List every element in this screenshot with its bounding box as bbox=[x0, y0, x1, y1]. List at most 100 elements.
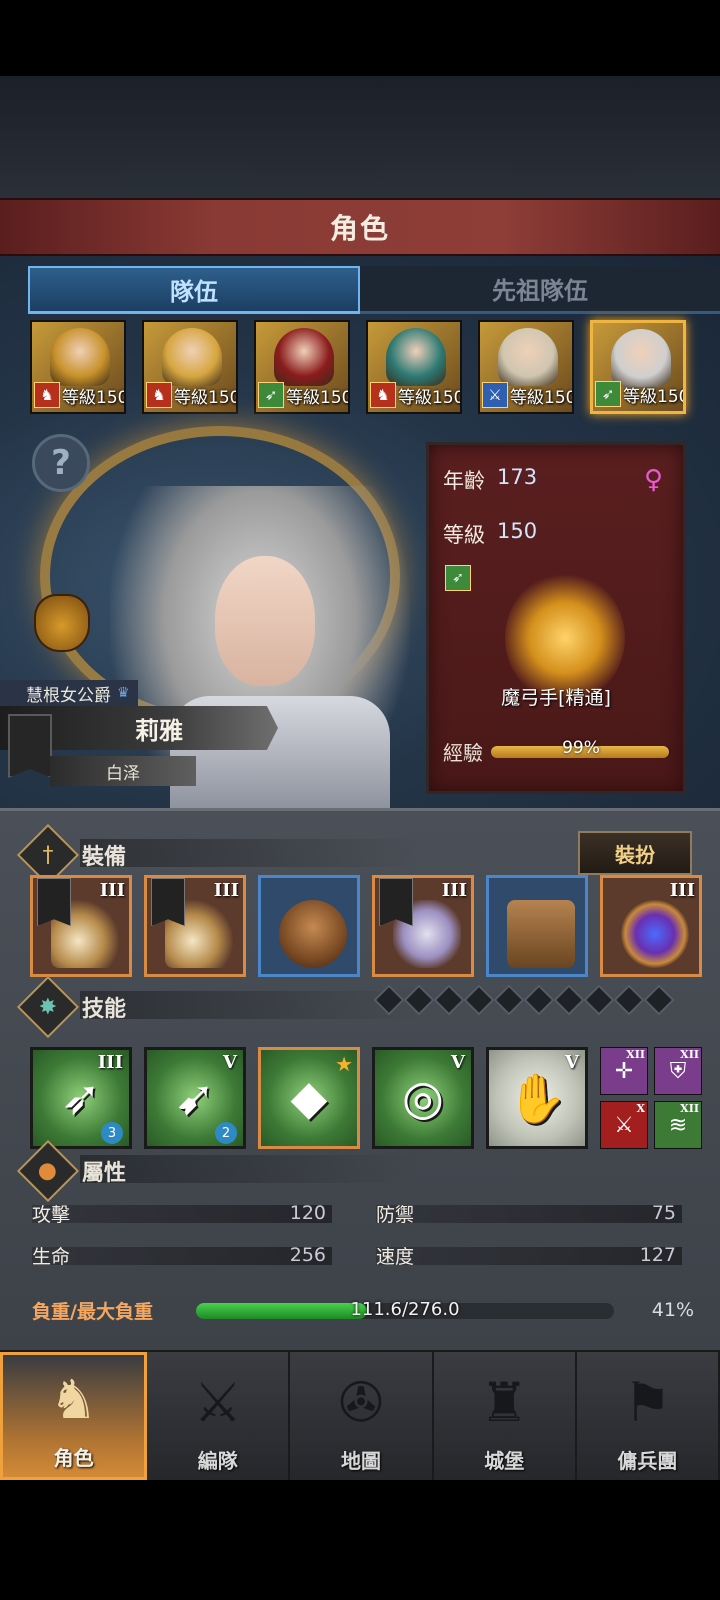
tab-team[interactable]: 隊伍 bbox=[28, 266, 360, 314]
skill-tier: V bbox=[451, 1052, 465, 1073]
equipment-slot[interactable] bbox=[258, 875, 360, 977]
character-area: 隊伍 先祖隊伍 ♞ 等級150 ♞ 等級150 ➶ 等級150 ♞ 等級150 ⚔ 等級150 ➶ 等… bbox=[0, 256, 720, 808]
nav-item-castle[interactable]: ♜ 城堡 bbox=[433, 1352, 577, 1480]
roster-level: 等級150 bbox=[174, 388, 238, 408]
bow-aura-skill-icon[interactable]: ➶ III 3 bbox=[30, 1047, 132, 1149]
load-bar: 111.6/276.0 bbox=[196, 1299, 614, 1320]
hero-face-thumb bbox=[386, 328, 446, 386]
faction-banner: 白泽 bbox=[50, 756, 196, 786]
nav-item-knight[interactable]: ♞ 角色 bbox=[0, 1352, 148, 1480]
faction-flag-icon bbox=[151, 878, 185, 926]
crosshair-skill-icon[interactable]: ◎ V bbox=[372, 1047, 474, 1149]
horse-icon: ♞ bbox=[370, 382, 396, 408]
horse-icon: ♞ bbox=[34, 382, 60, 408]
roster-portrait[interactable]: ➶ 等級150 bbox=[254, 320, 350, 414]
roster-portrait[interactable]: ♞ 等級150 bbox=[30, 320, 126, 414]
roster-portrait[interactable]: ➶ 等級150 bbox=[590, 320, 686, 414]
crystal-arrow-skill-icon[interactable]: ◆ ★ bbox=[258, 1047, 360, 1149]
equipment-slot[interactable]: III bbox=[30, 875, 132, 977]
roster-level: 等級150 bbox=[510, 388, 574, 408]
passive-skill-icon[interactable]: ≋ XII bbox=[654, 1101, 702, 1149]
skill-glyph: ➶ bbox=[60, 1070, 102, 1126]
tab-ancestor-team[interactable]: 先祖隊伍 bbox=[360, 266, 720, 314]
faction-flag-icon bbox=[379, 878, 413, 926]
equipment-title: 裝備 bbox=[82, 845, 127, 870]
equipment-slots: III III III III bbox=[30, 875, 702, 977]
equipment-tier: III bbox=[99, 880, 125, 901]
crown-icon: ♛ bbox=[117, 685, 130, 701]
age-value: 173 bbox=[497, 465, 538, 489]
orb-icon bbox=[621, 900, 689, 968]
exp-text: 99% bbox=[562, 737, 600, 758]
nav-item-mercenary[interactable]: ⚑ 傭兵團 bbox=[576, 1352, 720, 1480]
equipment-header-bar bbox=[80, 839, 420, 867]
bow-icon: ➶ bbox=[595, 381, 621, 407]
skills-header: ✸ 技能 bbox=[16, 975, 127, 1039]
speed-label: 速度 bbox=[376, 1245, 415, 1268]
bow-class-icon: ➶ bbox=[445, 565, 471, 591]
horse-icon: ♞ bbox=[146, 382, 172, 408]
equipment-slot[interactable]: III bbox=[372, 875, 474, 977]
page-title: 角色 bbox=[329, 212, 390, 245]
faction-flag-icon bbox=[37, 878, 71, 926]
skill-rank-dots bbox=[373, 984, 675, 1016]
equipment-slot[interactable]: III bbox=[600, 875, 702, 977]
skill-rank-dot bbox=[493, 984, 525, 1016]
nav-item-formation[interactable]: ⚔ 編隊 bbox=[147, 1352, 291, 1480]
attack-row: 攻擊 120 bbox=[32, 1201, 332, 1226]
load-text: 111.6/276.0 bbox=[350, 1299, 460, 1320]
passive-skill-icon[interactable]: ✛ XII bbox=[600, 1047, 648, 1095]
hero-face-thumb bbox=[611, 329, 671, 387]
passive-tier: X bbox=[636, 1102, 645, 1115]
skill-rank-dot bbox=[583, 984, 615, 1016]
roster-portrait[interactable]: ♞ 等級150 bbox=[366, 320, 462, 414]
roster-portrait[interactable]: ⚔ 等級150 bbox=[478, 320, 574, 414]
help-icon[interactable]: ? bbox=[32, 434, 90, 492]
hero-name: 莉雅 bbox=[135, 716, 183, 745]
passive-tier: XII bbox=[680, 1048, 699, 1061]
roster-portrait[interactable]: ♞ 等級150 bbox=[142, 320, 238, 414]
skill-glyph: ◎ bbox=[402, 1070, 444, 1126]
hp-bar bbox=[32, 1247, 332, 1265]
dress-button[interactable]: 裝扮 bbox=[578, 831, 692, 875]
defense-value: 75 bbox=[651, 1202, 676, 1224]
pot-icon[interactable] bbox=[34, 594, 90, 652]
skill-slots: ➶ III 3 ➹ V 2 ◆ ★ ◎ V ✋ V ✛ XII ⛨ XII ⚔ X ≋ XII bbox=[30, 1047, 702, 1149]
age-label: 年齡 bbox=[443, 469, 485, 493]
equipment-slot[interactable] bbox=[486, 875, 588, 977]
equipment-tier: III bbox=[669, 880, 695, 901]
compass-icon: ✇ bbox=[338, 1370, 384, 1434]
speed-bar bbox=[376, 1247, 682, 1265]
skill-rank-dot bbox=[463, 984, 495, 1016]
defense-row: 防禦 75 bbox=[376, 1201, 682, 1226]
hero-title-badge: 慧根女公爵 ♛ bbox=[0, 680, 138, 706]
equipment-slot[interactable]: III bbox=[144, 875, 246, 977]
attributes-header-bar bbox=[80, 1155, 420, 1183]
speed-row: 速度 127 bbox=[376, 1243, 682, 1268]
crystal-hand-skill-icon[interactable]: ✋ V bbox=[486, 1047, 588, 1149]
boots-icon bbox=[507, 900, 575, 968]
level-value: 150 bbox=[497, 519, 538, 543]
passive-skill-icon[interactable]: ⛨ XII bbox=[654, 1047, 702, 1095]
passive-glyph: ≋ bbox=[668, 1112, 688, 1138]
skill-tier: V bbox=[565, 1052, 579, 1073]
bow-cursor-skill-icon[interactable]: ➹ V 2 bbox=[144, 1047, 246, 1149]
nav-item-compass[interactable]: ✇ 地圖 bbox=[290, 1352, 434, 1480]
passive-skills: ✛ XII ⛨ XII ⚔ X ≋ XII bbox=[600, 1047, 702, 1149]
female-icon: ♀ bbox=[643, 465, 663, 495]
attack-bar bbox=[32, 1205, 332, 1223]
team-tabs: 隊伍 先祖隊伍 bbox=[28, 266, 720, 314]
skill-rank-dot bbox=[553, 984, 585, 1016]
passive-tier: XII bbox=[626, 1048, 645, 1061]
skill-gem-count: 2 bbox=[215, 1122, 237, 1144]
defense-label: 防禦 bbox=[376, 1203, 415, 1226]
skill-glyph: ◆ bbox=[290, 1070, 328, 1126]
faction-name: 白泽 bbox=[106, 763, 140, 784]
exp-bar: 99% bbox=[491, 738, 671, 758]
skill-glyph: ➹ bbox=[174, 1070, 216, 1126]
hp-value: 256 bbox=[289, 1244, 326, 1266]
skill-rank-dot bbox=[643, 984, 675, 1016]
knight-icon: ♞ bbox=[49, 1367, 98, 1431]
passive-skill-icon[interactable]: ⚔ X bbox=[600, 1101, 648, 1149]
skills-title: 技能 bbox=[82, 997, 127, 1022]
